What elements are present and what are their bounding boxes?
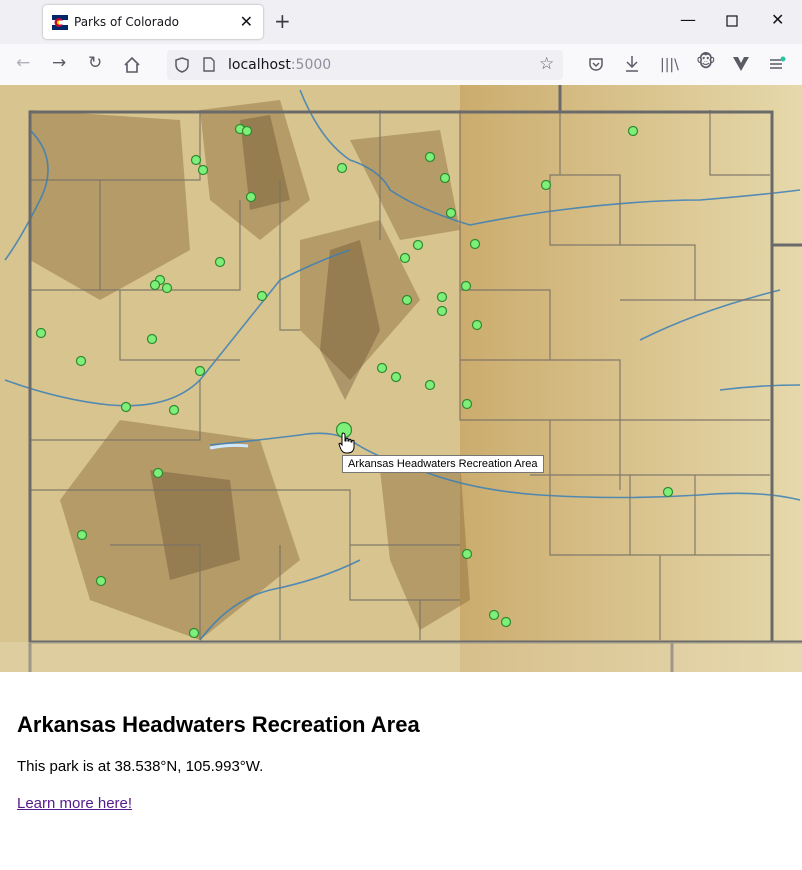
park-marker[interactable] bbox=[152, 467, 164, 479]
pocket-icon[interactable] bbox=[588, 56, 604, 72]
extension-monkey-icon[interactable]: 🐵 bbox=[696, 52, 716, 72]
park-marker[interactable] bbox=[460, 280, 472, 292]
park-marker[interactable] bbox=[336, 162, 348, 174]
park-marker[interactable] bbox=[146, 333, 158, 345]
close-window-icon[interactable]: ✕ bbox=[771, 10, 784, 29]
extension-v-icon[interactable] bbox=[732, 56, 750, 72]
park-marker[interactable] bbox=[75, 355, 87, 367]
park-marker[interactable] bbox=[439, 172, 451, 184]
park-marker[interactable] bbox=[161, 282, 173, 294]
park-marker[interactable] bbox=[120, 401, 132, 413]
park-marker[interactable] bbox=[241, 125, 253, 137]
park-marker[interactable] bbox=[149, 279, 161, 291]
park-tooltip: Arkansas Headwaters Recreation Area bbox=[342, 455, 544, 473]
park-marker[interactable] bbox=[256, 290, 268, 302]
maximize-icon[interactable] bbox=[726, 15, 738, 27]
forward-icon[interactable]: → bbox=[52, 53, 66, 73]
bookmark-star-icon[interactable]: ☆ bbox=[539, 54, 554, 74]
park-marker[interactable] bbox=[436, 305, 448, 317]
park-name-heading: Arkansas Headwaters Recreation Area bbox=[17, 712, 420, 737]
park-marker[interactable] bbox=[376, 362, 388, 374]
park-marker[interactable] bbox=[424, 379, 436, 391]
colorado-flag-icon bbox=[52, 15, 68, 30]
new-tab-button[interactable]: + bbox=[274, 9, 291, 33]
navigation-bar: ← → ↻ localhost:5000 ☆ |||\ 🐵 bbox=[0, 44, 802, 86]
park-details: Arkansas Headwaters Recreation Area This… bbox=[17, 690, 787, 812]
park-marker[interactable] bbox=[461, 548, 473, 560]
park-marker[interactable] bbox=[540, 179, 552, 191]
minimize-icon[interactable]: — bbox=[680, 10, 696, 29]
shield-icon[interactable] bbox=[175, 57, 189, 73]
library-icon[interactable]: |||\ bbox=[660, 55, 679, 75]
park-markers-layer bbox=[35, 123, 674, 639]
url-port: :5000 bbox=[290, 57, 332, 73]
url-host: localhost bbox=[228, 57, 291, 73]
url-text[interactable]: localhost:5000 bbox=[228, 57, 331, 73]
menu-icon[interactable] bbox=[768, 56, 786, 72]
park-marker[interactable] bbox=[424, 151, 436, 163]
park-marker[interactable] bbox=[399, 252, 411, 264]
park-marker[interactable] bbox=[445, 207, 457, 219]
back-icon[interactable]: ← bbox=[16, 53, 30, 73]
tab-parks[interactable]: Parks of Colorado ✕ bbox=[43, 5, 263, 39]
park-marker[interactable] bbox=[461, 398, 473, 410]
park-marker[interactable] bbox=[35, 327, 47, 339]
park-marker[interactable] bbox=[197, 164, 209, 176]
tab-title: Parks of Colorado bbox=[74, 15, 180, 29]
park-marker[interactable] bbox=[214, 256, 226, 268]
home-icon[interactable] bbox=[123, 56, 141, 74]
colorado-map[interactable] bbox=[0, 85, 802, 672]
park-marker[interactable] bbox=[188, 627, 200, 639]
learn-more-link[interactable]: Learn more here! bbox=[17, 795, 132, 812]
tab-strip: Parks of Colorado ✕ + — ✕ bbox=[0, 0, 802, 44]
close-tab-icon[interactable]: ✕ bbox=[240, 12, 253, 31]
park-marker[interactable] bbox=[190, 154, 202, 166]
park-marker[interactable] bbox=[471, 319, 483, 331]
park-marker[interactable] bbox=[194, 365, 206, 377]
browser-chrome: Parks of Colorado ✕ + — ✕ ← → ↻ localhos… bbox=[0, 0, 802, 86]
park-marker[interactable] bbox=[95, 575, 107, 587]
page-icon bbox=[203, 57, 215, 72]
hand-cursor-icon bbox=[338, 432, 355, 454]
park-marker[interactable] bbox=[401, 294, 413, 306]
park-marker[interactable] bbox=[76, 529, 88, 541]
park-marker[interactable] bbox=[662, 486, 674, 498]
park-marker[interactable] bbox=[627, 125, 639, 137]
park-marker[interactable] bbox=[412, 239, 424, 251]
park-marker[interactable] bbox=[390, 371, 402, 383]
downloads-icon[interactable] bbox=[624, 55, 640, 73]
park-location-text: This park is at 38.538°N, 105.993°W. bbox=[17, 758, 264, 775]
park-marker[interactable] bbox=[500, 616, 512, 628]
park-marker[interactable] bbox=[436, 291, 448, 303]
reload-icon[interactable]: ↻ bbox=[88, 53, 102, 73]
park-marker[interactable] bbox=[469, 238, 481, 250]
park-marker[interactable] bbox=[245, 191, 257, 203]
park-marker[interactable] bbox=[168, 404, 180, 416]
park-marker[interactable] bbox=[488, 609, 500, 621]
url-bar[interactable]: localhost:5000 ☆ bbox=[167, 50, 563, 80]
